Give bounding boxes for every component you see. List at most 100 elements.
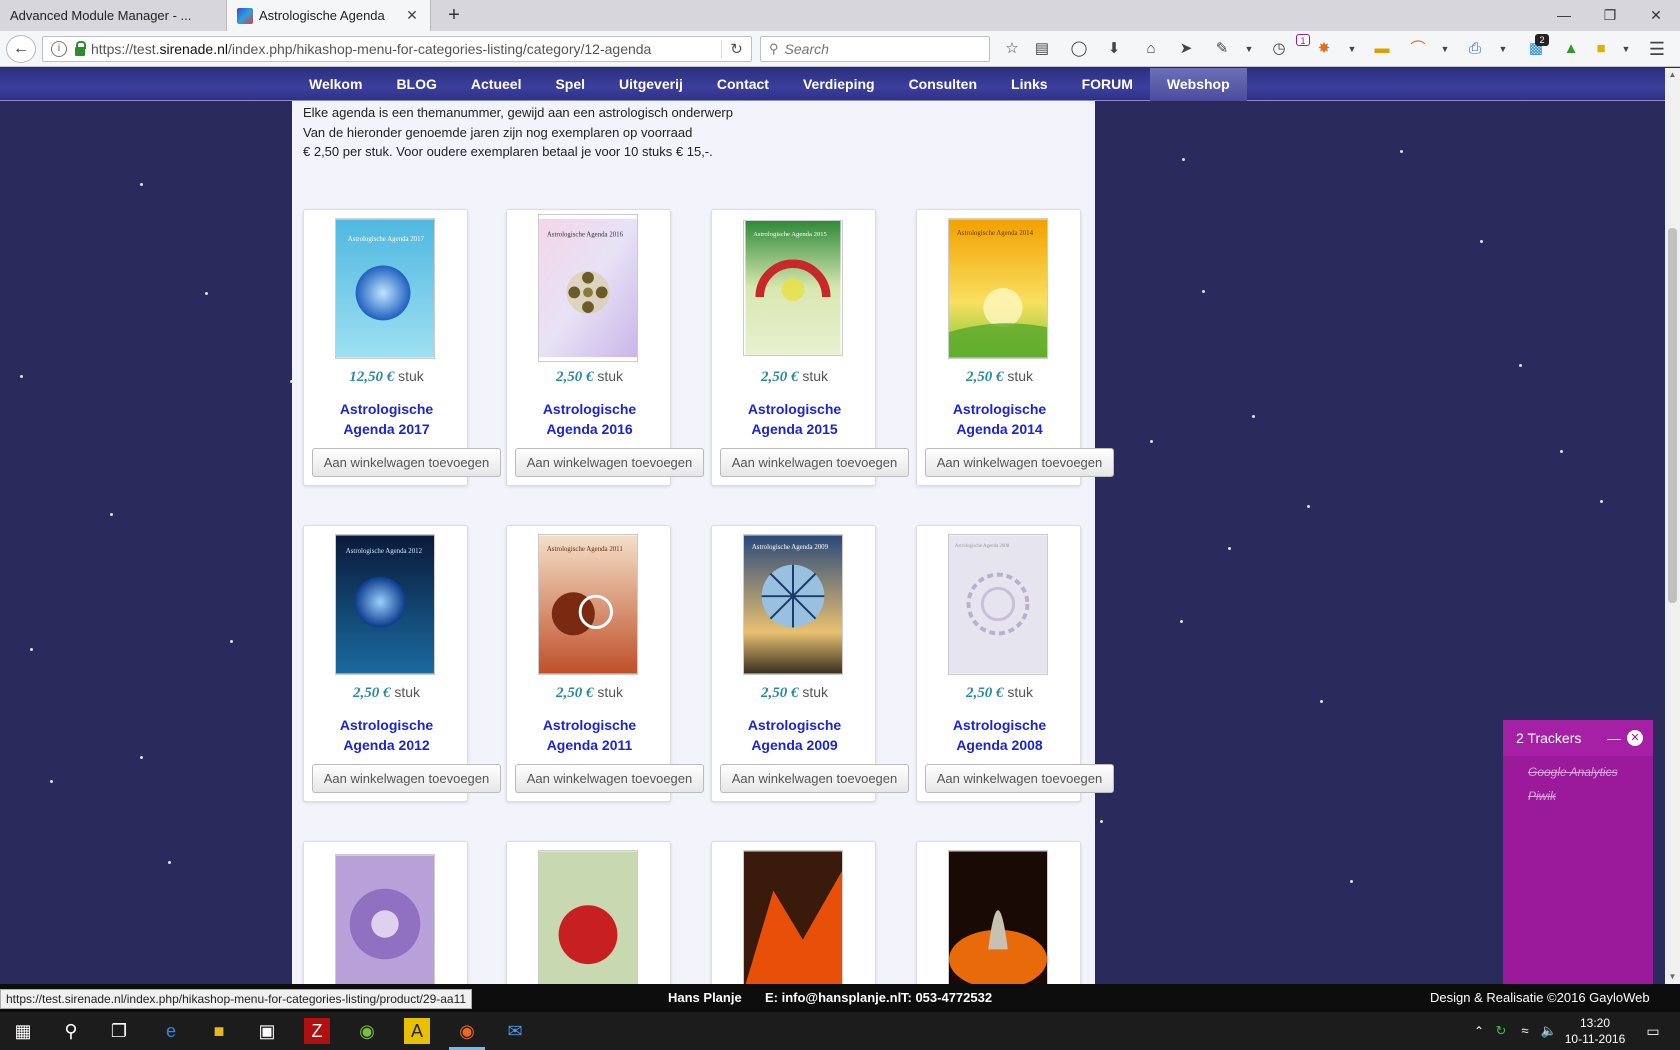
menu-item-forum[interactable]: FORUM [1065,68,1150,101]
page-scrollbar[interactable]: ▲ ▼ [1665,68,1680,984]
product-cover-image[interactable]: Astrologische Agenda 2015 [743,220,843,356]
file-explorer-icon[interactable]: ■ [206,1018,232,1044]
wifi-icon[interactable]: ≈ [1512,1018,1538,1044]
app-a-icon[interactable]: A [404,1018,430,1044]
scroll-up-arrow-icon[interactable]: ▲ [1665,68,1680,82]
scrollbar-thumb[interactable] [1668,228,1677,603]
search-icon[interactable]: ⚲ [58,1018,84,1044]
search-bar[interactable]: ⚲ [760,36,990,62]
product-cover-image[interactable] [335,854,435,984]
hamburger-menu-icon[interactable]: ☰ [1648,40,1666,58]
window-minimize-button[interactable]: — [1546,3,1582,27]
menu-item-blog[interactable]: BLOG [379,68,453,101]
add-to-cart-button[interactable]: Aan winkelwagen toevoegen [720,448,909,477]
reading-list-icon[interactable]: ▤ [1033,40,1051,58]
minimize-icon[interactable]: — [1605,730,1623,746]
product-name-link[interactable]: Astrologische Agenda 2014 [917,399,1082,439]
scroll-down-arrow-icon[interactable]: ▼ [1665,970,1680,984]
tab-astrologische-agenda[interactable]: Astrologische Agenda ✕ [226,0,431,31]
product-cover-image[interactable]: Astrologische Agenda 2011 [538,534,638,675]
close-icon[interactable]: ✕ [1627,730,1643,746]
pocket-icon[interactable]: ◯ [1070,40,1088,58]
windows-start-icon[interactable]: ▦ [10,1018,36,1044]
add-to-cart-button[interactable]: Aan winkelwagen toevoegen [925,764,1114,793]
product-name-link[interactable]: Astrologische Agenda 2017 [304,399,469,439]
menu-item-verdieping[interactable]: Verdieping [786,68,892,101]
footer-email[interactable]: E: info@hansplanje.nl [765,990,901,1005]
add-to-cart-button[interactable]: Aan winkelwagen toevoegen [312,764,501,793]
product-cover-image[interactable]: Astrologische Agenda 2012 [335,534,435,675]
window-close-button[interactable]: ✕ [1638,3,1674,27]
add-to-cart-button[interactable]: Aan winkelwagen toevoegen [515,448,704,477]
folder-addon-icon[interactable]: ■ [1592,40,1610,58]
add-to-cart-button[interactable]: Aan winkelwagen toevoegen [312,448,501,477]
add-to-cart-button[interactable]: Aan winkelwagen toevoegen [515,764,704,793]
tracker-item[interactable]: Piwik [1503,784,1653,808]
add-to-cart-button[interactable]: Aan winkelwagen toevoegen [925,448,1114,477]
history-icon[interactable]: ◷ [1270,40,1288,58]
product-cover-image[interactable]: Astrologische Agenda 2016 [538,214,638,362]
product-cover-image[interactable]: Astrologische Agenda 2009 [743,534,843,675]
system-clock[interactable]: 13:20 10-11-2016 [1560,1015,1630,1047]
menu-item-uitgeverij[interactable]: Uitgeverij [602,68,700,101]
tab-close-icon[interactable]: ✕ [404,7,420,24]
task-view-icon[interactable]: ❐ [106,1018,132,1044]
dropdown-arrow-icon[interactable]: ▼ [1343,40,1361,58]
product-name-link[interactable]: Astrologische Agenda 2011 [507,715,672,755]
menu-item-actueel[interactable]: Actueel [454,68,539,101]
product-cover-image[interactable] [743,850,843,984]
new-tab-button[interactable]: + [442,3,466,27]
eyedropper-icon[interactable]: ✎ [1213,40,1231,58]
extension-icon[interactable]: ✸ [1315,40,1333,58]
chart-addon-icon[interactable]: ▲ [1562,40,1580,58]
product-cover-image[interactable]: Astrologische Agenda 2014 [948,218,1048,359]
bookmark-star-icon[interactable]: ☆ [1003,40,1021,58]
menu-item-contact[interactable]: Contact [700,68,786,101]
firefox-icon[interactable]: ◉ [454,1018,480,1044]
print-icon[interactable]: ⎙ [1466,40,1484,58]
search-input[interactable] [784,41,965,57]
store-icon[interactable]: ▣ [254,1018,280,1044]
dropdown-arrow-icon[interactable]: ▼ [1617,40,1635,58]
product-name-link[interactable]: Astrologische Agenda 2008 [917,715,1082,755]
footer-credit[interactable]: Design & Realisatie ©2016 GayloWeb [1430,990,1650,1005]
download-icon[interactable]: ⬇ [1105,40,1123,58]
product-price: 12,50 € stuk [304,368,469,386]
dropdown-arrow-icon[interactable]: ▼ [1240,40,1258,58]
tray-sync-icon[interactable]: ↻ [1488,1018,1514,1044]
edge-browser-icon[interactable]: e [158,1018,184,1044]
product-cover-image[interactable]: Astrologische Agenda 2008 [948,534,1048,675]
menu-item-webshop[interactable]: Webshop [1149,68,1247,101]
menu-item-welkom[interactable]: Welkom [292,68,379,101]
url-bar[interactable]: i https://test.sirenade.nl/index.php/hik… [42,36,752,62]
product-name-link[interactable]: Astrologische Agenda 2015 [712,399,877,439]
notifications-icon[interactable]: ▭ [1640,1018,1666,1044]
tracker-item[interactable]: Google Analytics [1503,760,1653,784]
menu-item-spel[interactable]: Spel [538,68,602,101]
site-info-icon[interactable]: i [51,41,67,57]
product-name-link[interactable]: Astrologische Agenda 2009 [712,715,877,755]
reload-icon[interactable]: ↻ [721,40,751,58]
dropdown-arrow-icon[interactable]: ▼ [1436,40,1454,58]
add-to-cart-button[interactable]: Aan winkelwagen toevoegen [720,764,909,793]
window-restore-button[interactable]: ❐ [1592,3,1628,27]
rainbow-icon[interactable]: ⌒ [1409,40,1427,58]
ruler-icon[interactable]: ▬ [1373,40,1391,58]
volume-icon[interactable]: 🔈 [1536,1018,1562,1044]
dropdown-arrow-icon[interactable]: ▼ [1494,40,1512,58]
filezilla-icon[interactable]: Z [304,1018,330,1044]
product-cover-image[interactable] [948,850,1048,984]
product-cover-image[interactable]: Astrologische Agenda 2017 [335,218,435,359]
product-cover-image[interactable] [538,850,638,984]
url-text[interactable]: https://test.sirenade.nl/index.php/hikas… [91,41,721,57]
thunderbird-icon[interactable]: ✉ [502,1018,528,1044]
send-icon[interactable]: ➤ [1177,40,1195,58]
menu-item-consulten[interactable]: Consulten [892,68,994,101]
product-name-link[interactable]: Astrologische Agenda 2016 [507,399,672,439]
product-name-link[interactable]: Astrologische Agenda 2012 [304,715,469,755]
home-icon[interactable]: ⌂ [1142,40,1160,58]
android-app-icon[interactable]: ◉ [354,1018,380,1044]
tab-advanced-module-manager[interactable]: Advanced Module Manager - ... [0,0,225,31]
menu-item-links[interactable]: Links [994,68,1065,101]
back-arrow-icon[interactable]: ← [6,35,36,63]
